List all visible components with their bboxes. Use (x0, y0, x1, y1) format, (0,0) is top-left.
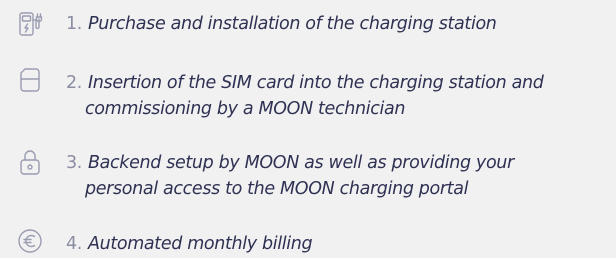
sim-card-icon (16, 66, 44, 94)
step-2-line-2: commissioning by a MOON technician (85, 99, 406, 119)
step-3-line-1: Backend setup by MOON as well as providi… (88, 153, 514, 173)
charging-station-icon (16, 10, 44, 38)
step-4-line-1: Automated monthly billing (88, 234, 313, 254)
step-3-text: 3. Backend setup by MOON as well as provi… (66, 150, 611, 202)
step-1-text: 1. Purchase and installation of the charg… (66, 11, 611, 37)
step-2-number: 2. (66, 73, 82, 93)
step-3-line-2: personal access to the MOON charging por… (85, 179, 469, 199)
lock-icon (16, 148, 44, 176)
euro-icon (16, 227, 44, 255)
step-1-number: 1. (66, 14, 82, 34)
step-2-line-1: Insertion of the SIM card into the charg… (88, 73, 544, 93)
step-3-number: 3. (66, 153, 82, 173)
steps-list: 1. Purchase and installation of the charg… (0, 0, 616, 258)
step-4-number: 4. (66, 234, 82, 254)
step-1-line-1: Purchase and installation of the chargin… (88, 14, 497, 34)
step-4-text: 4. Automated monthly billing (66, 231, 611, 257)
step-2-text: 2. Insertion of the SIM card into the cha… (66, 70, 611, 122)
